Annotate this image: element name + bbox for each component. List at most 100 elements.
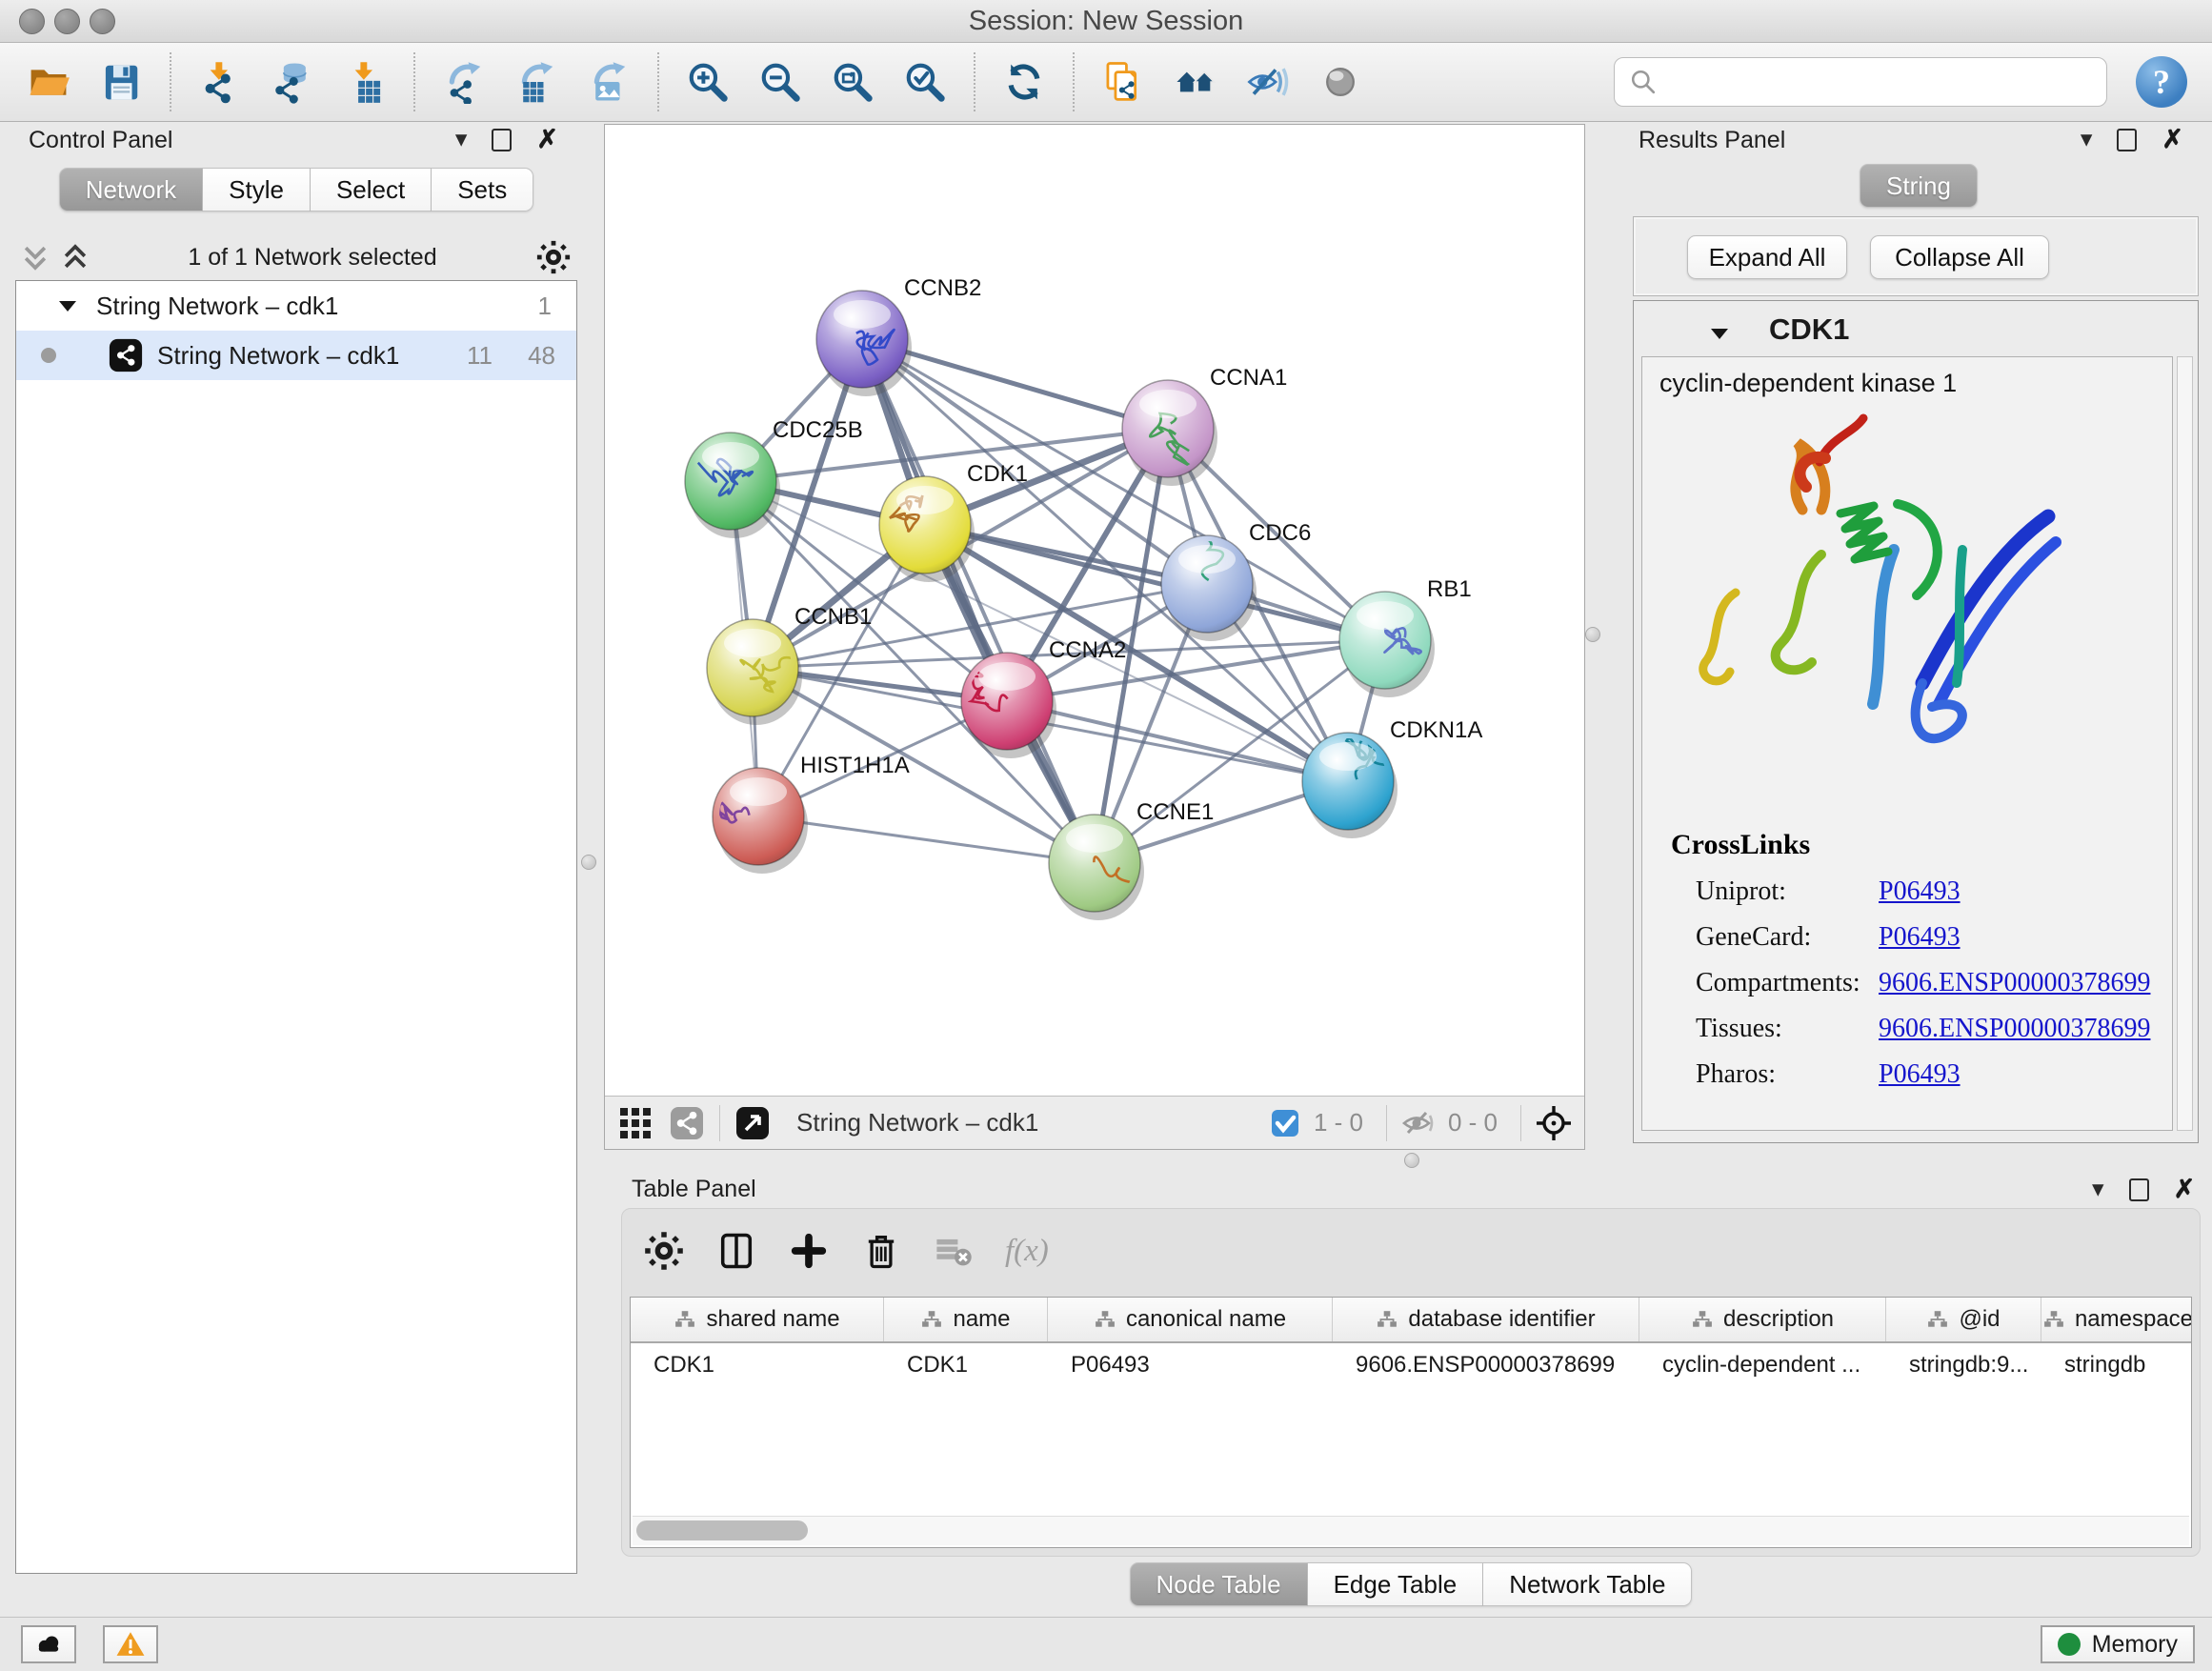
column-header-shared-name[interactable]: shared name: [631, 1298, 884, 1341]
show-graphics-details-button[interactable]: [1318, 60, 1362, 104]
node-label-rb1: RB1: [1427, 576, 1472, 602]
table-cell[interactable]: CDK1: [884, 1343, 1048, 1387]
network-node-ccna2[interactable]: [960, 653, 1056, 758]
panel-float-icon[interactable]: [492, 129, 512, 151]
refresh-view-button[interactable]: [1002, 60, 1046, 104]
network-collection-row[interactable]: String Network – cdk1 1: [16, 281, 576, 331]
panel-collapse-icon[interactable]: ▾: [2092, 1178, 2104, 1201]
zoom-fit-button[interactable]: [831, 60, 875, 104]
zoom-selected-button[interactable]: [903, 60, 947, 104]
network-node-cdkn1a[interactable]: [1302, 733, 1398, 838]
scrollbar-thumb[interactable]: [636, 1520, 808, 1540]
network-canvas[interactable]: CCNB2CCNA1CDC25BCDK1CDC6RB1CCNB1CCNA2CDK…: [605, 125, 1584, 1096]
hidden-eye-icon[interactable]: [1400, 1104, 1438, 1142]
network-node-rb1[interactable]: [1339, 592, 1435, 697]
column-header-description[interactable]: description: [1639, 1298, 1886, 1341]
table-options-gear-icon[interactable]: [643, 1230, 685, 1272]
table-cell[interactable]: stringdb:9...: [1886, 1343, 2041, 1387]
zoom-out-button[interactable]: [758, 60, 802, 104]
network-node-cdk1[interactable]: [879, 476, 975, 582]
delete-column-icon[interactable]: [860, 1230, 902, 1272]
home-pages-button[interactable]: [1174, 60, 1217, 104]
table-row[interactable]: CDK1CDK1P064939606.ENSP00000378699cyclin…: [631, 1343, 2191, 1387]
network-edge[interactable]: [1007, 701, 1348, 781]
import-network-button[interactable]: [198, 60, 242, 104]
tab-network[interactable]: Network: [59, 168, 203, 211]
add-column-icon[interactable]: [788, 1230, 830, 1272]
search-input[interactable]: [1668, 67, 2095, 98]
share-view-icon[interactable]: [668, 1104, 706, 1142]
cloud-button[interactable]: [21, 1625, 76, 1663]
column-header-id[interactable]: @id: [1886, 1298, 2041, 1341]
zoom-in-button[interactable]: [686, 60, 730, 104]
network-node-ccna1[interactable]: [1122, 380, 1217, 486]
column-header-namespace[interactable]: namespace: [2041, 1298, 2192, 1341]
panel-float-icon[interactable]: [2129, 1178, 2149, 1201]
fit-crosshair-icon[interactable]: [1535, 1104, 1573, 1142]
import-database-icon: [271, 60, 314, 104]
help-button[interactable]: ?: [2136, 56, 2187, 108]
tab-select[interactable]: Select: [311, 168, 432, 211]
tab-style[interactable]: Style: [203, 168, 311, 211]
column-header-database-identifier[interactable]: database identifier: [1333, 1298, 1639, 1341]
results-scrollbar[interactable]: [2177, 356, 2193, 1131]
right-splitter-handle[interactable]: [1585, 627, 1600, 642]
table-cell[interactable]: CDK1: [631, 1343, 884, 1387]
crosslink-link[interactable]: P06493: [1879, 1059, 1961, 1090]
birdseye-view-icon[interactable]: [734, 1104, 772, 1142]
import-database-button[interactable]: [271, 60, 314, 104]
tab-network-table[interactable]: Network Table: [1483, 1562, 1692, 1606]
bottom-splitter-handle[interactable]: [1404, 1153, 1419, 1168]
panel-collapse-icon[interactable]: ▾: [455, 128, 468, 151]
crosslink-link[interactable]: 9606.ENSP00000378699: [1879, 1014, 2150, 1044]
save-session-button[interactable]: [99, 60, 143, 104]
column-header-canonical-name[interactable]: canonical name: [1048, 1298, 1333, 1341]
export-network-button[interactable]: [442, 60, 486, 104]
open-session-button[interactable]: [27, 60, 70, 104]
export-table-button[interactable]: [514, 60, 558, 104]
left-splitter-handle[interactable]: [581, 855, 596, 870]
table-horizontal-scrollbar[interactable]: [633, 1516, 2189, 1545]
tab-edge-table[interactable]: Edge Table: [1308, 1562, 1484, 1606]
export-image-button[interactable]: [587, 60, 631, 104]
caret-down-icon[interactable]: [54, 292, 81, 319]
column-header-name[interactable]: name: [884, 1298, 1048, 1341]
crosslink-link[interactable]: P06493: [1879, 922, 1961, 953]
network-node-ccnb2[interactable]: [816, 291, 912, 396]
import-table-icon: [343, 60, 387, 104]
show-columns-icon[interactable]: [715, 1230, 757, 1272]
search-box[interactable]: [1614, 57, 2107, 107]
panel-float-icon[interactable]: [2117, 129, 2137, 151]
network-node-cdc25b[interactable]: [685, 433, 780, 538]
panel-close-icon[interactable]: ✗: [2162, 128, 2183, 151]
memory-button[interactable]: Memory: [2041, 1625, 2195, 1663]
network-edge[interactable]: [758, 816, 1095, 863]
panel-collapse-icon[interactable]: ▾: [2081, 128, 2093, 151]
tab-sets[interactable]: Sets: [432, 168, 533, 211]
table-cell[interactable]: stringdb: [2041, 1343, 2192, 1387]
panel-close-icon[interactable]: ✗: [536, 128, 558, 151]
import-table-button[interactable]: [343, 60, 387, 104]
string-document-button[interactable]: [1101, 60, 1145, 104]
network-options-gear-icon[interactable]: [535, 239, 572, 275]
network-node-hist1h1a[interactable]: [700, 768, 808, 874]
tab-string[interactable]: String: [1860, 164, 1978, 208]
table-cell[interactable]: 9606.ENSP00000378699: [1333, 1343, 1639, 1387]
table-cell[interactable]: cyclin-dependent ...: [1639, 1343, 1886, 1387]
collapse-all-icon[interactable]: [21, 242, 50, 272]
crosslink-link[interactable]: P06493: [1879, 876, 1961, 907]
selected-checkbox-icon[interactable]: [1266, 1104, 1304, 1142]
network-row-selected[interactable]: String Network – cdk1 11 48: [16, 331, 576, 380]
network-node-ccne1[interactable]: [1049, 815, 1170, 936]
grid-view-icon[interactable]: [616, 1104, 654, 1142]
collapse-all-button[interactable]: Collapse All: [1870, 235, 2049, 279]
caret-down-icon[interactable]: [1706, 320, 1733, 347]
warnings-button[interactable]: [103, 1625, 158, 1663]
panel-close-icon[interactable]: ✗: [2174, 1178, 2196, 1201]
hide-graphics-details-button[interactable]: [1246, 60, 1290, 104]
expand-all-button[interactable]: Expand All: [1687, 235, 1847, 279]
crosslink-link[interactable]: 9606.ENSP00000378699: [1879, 968, 2150, 998]
tab-node-table[interactable]: Node Table: [1130, 1562, 1308, 1606]
expand-all-icon[interactable]: [61, 242, 90, 272]
table-cell[interactable]: P06493: [1048, 1343, 1333, 1387]
